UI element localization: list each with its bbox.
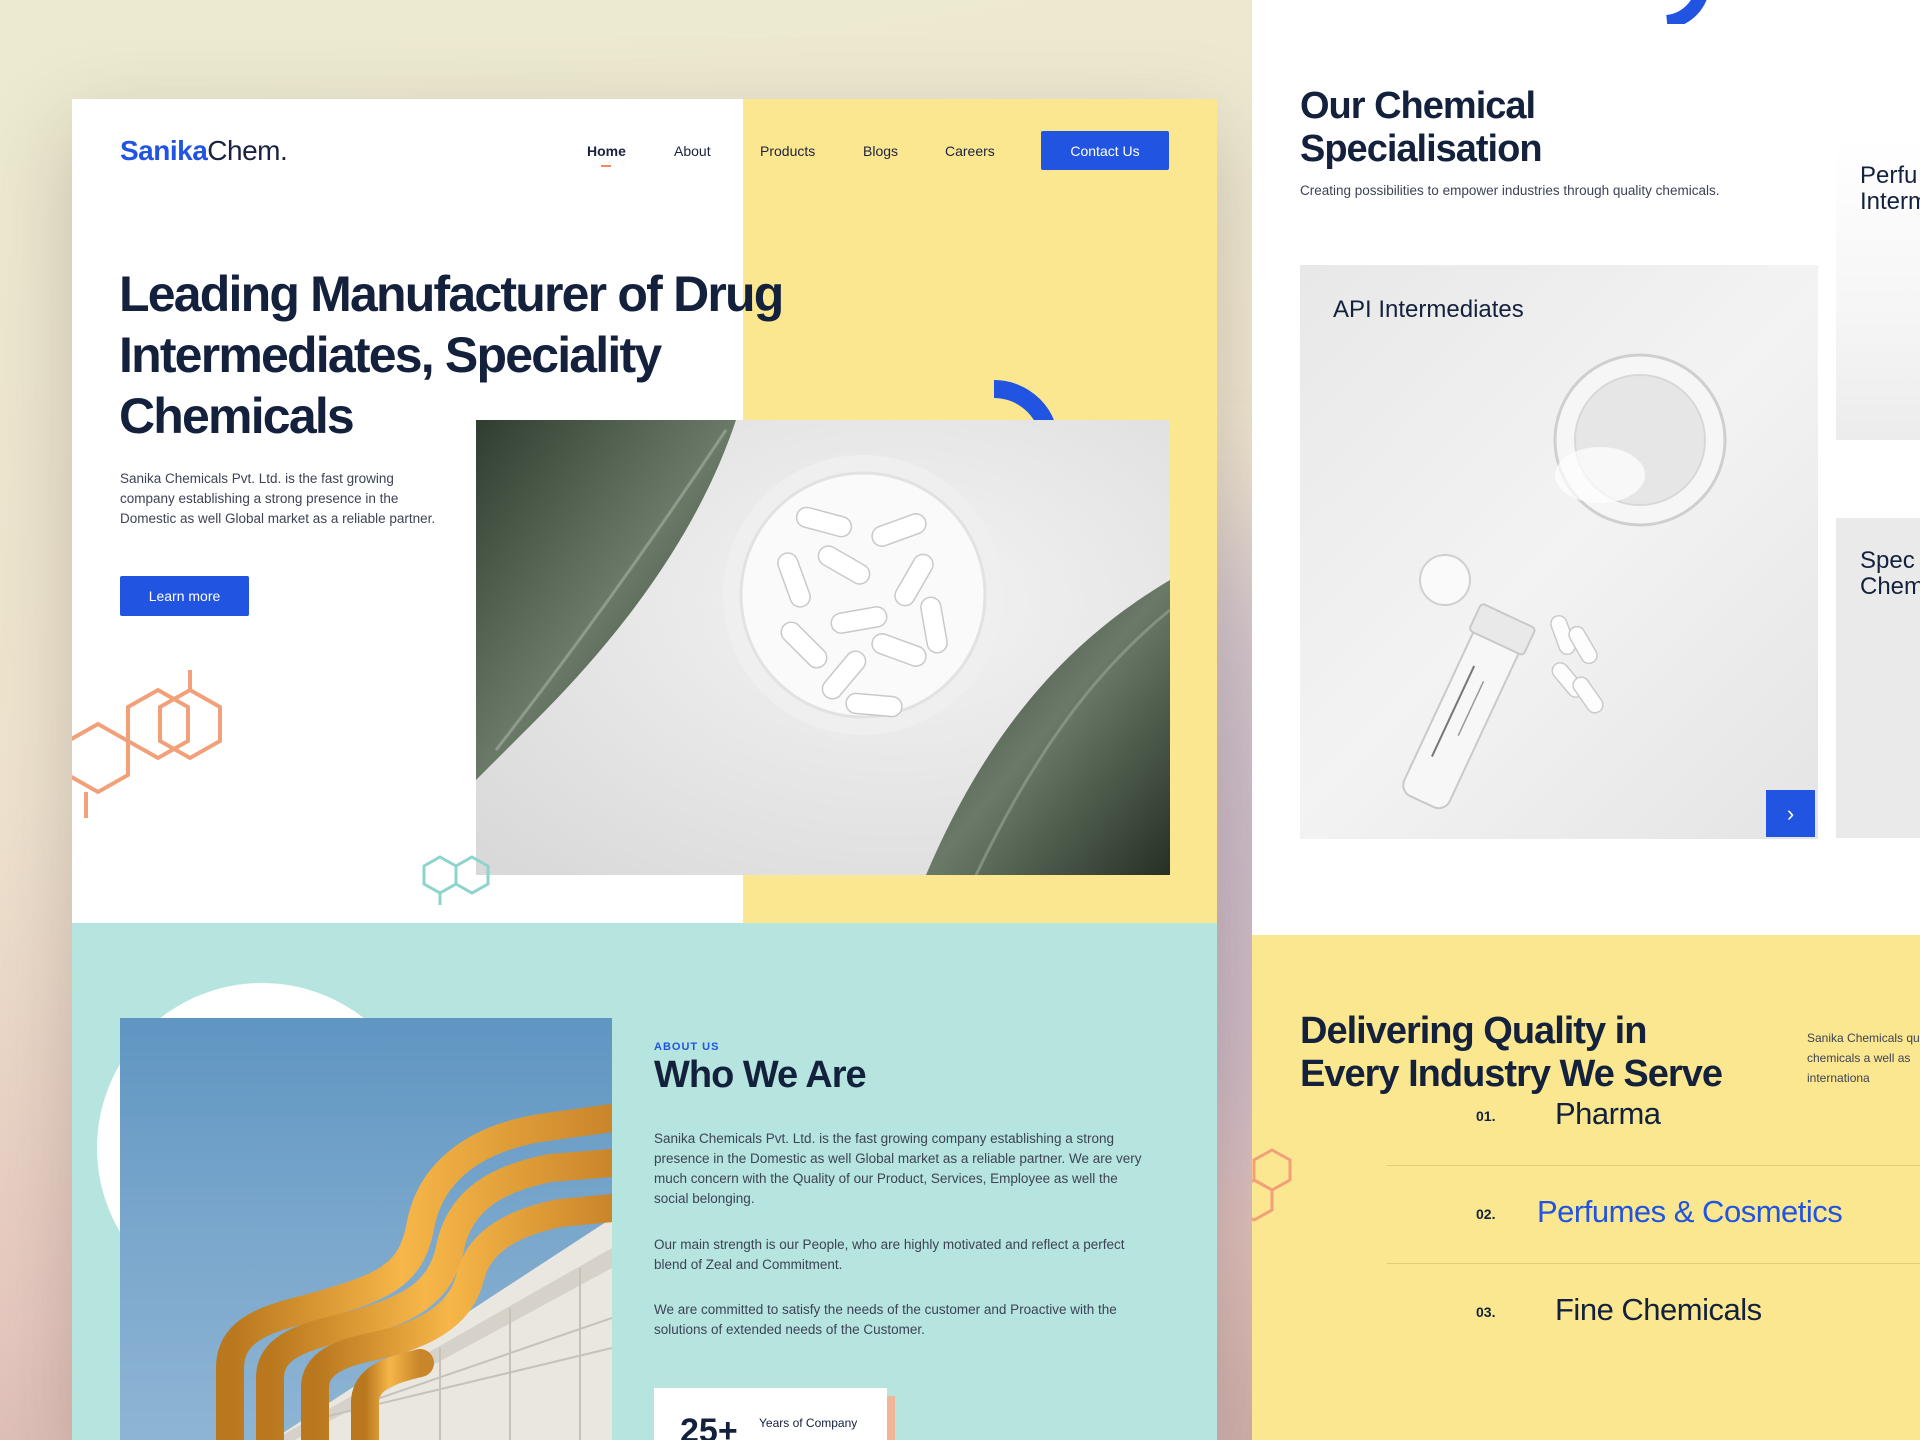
industries-section: Delivering Quality in Every Industry We … [1252, 935, 1920, 1440]
industry-name: Pharma [1555, 1096, 1661, 1131]
specialisation-subtitle: Creating possibilities to empower indust… [1300, 183, 1720, 198]
speciality-card-title: Spec Chem [1860, 547, 1920, 600]
chevron-right-icon: › [1786, 800, 1795, 826]
specialisation-title: Our Chemical Specialisation [1300, 85, 1543, 170]
industry-name: Perfumes & Cosmetics [1537, 1194, 1843, 1229]
hexagon-molecule-icon-right [1252, 1148, 1292, 1222]
industry-number: 03. [1476, 1304, 1496, 1320]
next-arrow-button[interactable]: › [1766, 790, 1815, 837]
decorative-arc-top [1665, 0, 1707, 24]
nav-careers[interactable]: Careers [945, 143, 995, 159]
perfumery-card-title: Perfu Interm [1860, 162, 1920, 215]
small-hexagon-icon [422, 855, 490, 905]
industry-row-fine-chemicals[interactable]: 03. Fine Chemicals [1387, 1264, 1920, 1362]
homepage-mockup: SanikaChem. Home About Products Blogs Ca… [72, 99, 1217, 1440]
hero-description: Sanika Chemicals Pvt. Ltd. is the fast g… [120, 471, 436, 526]
about-paragraph-2: Our main strength is our People, who are… [654, 1237, 1125, 1272]
industry-name: Fine Chemicals [1555, 1292, 1762, 1327]
industry-number: 01. [1476, 1108, 1496, 1124]
about-paragraph-1: Sanika Chemicals Pvt. Ltd. is the fast g… [654, 1131, 1142, 1206]
stat-value: 25+ [680, 1412, 738, 1440]
about-paragraph-3: We are committed to satisfy the needs of… [654, 1302, 1117, 1337]
hexagon-molecule-icon [72, 670, 222, 818]
industry-row-perfumes[interactable]: 02. Perfumes & Cosmetics [1387, 1166, 1920, 1264]
nav-about[interactable]: About [674, 143, 711, 159]
about-section: ABOUT US Who We Are Sanika Chemicals Pvt… [72, 923, 1217, 1440]
nav-home[interactable]: Home [587, 143, 626, 159]
api-intermediates-title: API Intermediates [1333, 296, 1524, 323]
factory-pipes-image [120, 1018, 612, 1440]
stat-label: Years of Company [759, 1416, 858, 1430]
industry-row-pharma[interactable]: 01. Pharma [1387, 1068, 1920, 1166]
learn-more-button[interactable]: Learn more [120, 576, 249, 616]
pill-plate-photo [476, 420, 1170, 875]
contact-us-button[interactable]: Contact Us [1041, 131, 1169, 170]
factory-pipes-illustration [216, 1104, 612, 1440]
years-stat-card: 25+ Years of Company [654, 1388, 887, 1440]
about-tag: ABOUT US [654, 1041, 720, 1053]
industry-number: 02. [1476, 1206, 1496, 1222]
about-title: Who We Are [654, 1054, 867, 1096]
hero-image [476, 420, 1170, 875]
nav-blogs[interactable]: Blogs [863, 143, 898, 159]
nav-products[interactable]: Products [760, 143, 815, 159]
glass-and-pills-photo [1402, 353, 1727, 810]
products-page-mockup: Our Chemical Specialisation Creating pos… [1252, 0, 1920, 1440]
api-intermediates-card[interactable]: API Intermediates › [1300, 265, 1818, 839]
